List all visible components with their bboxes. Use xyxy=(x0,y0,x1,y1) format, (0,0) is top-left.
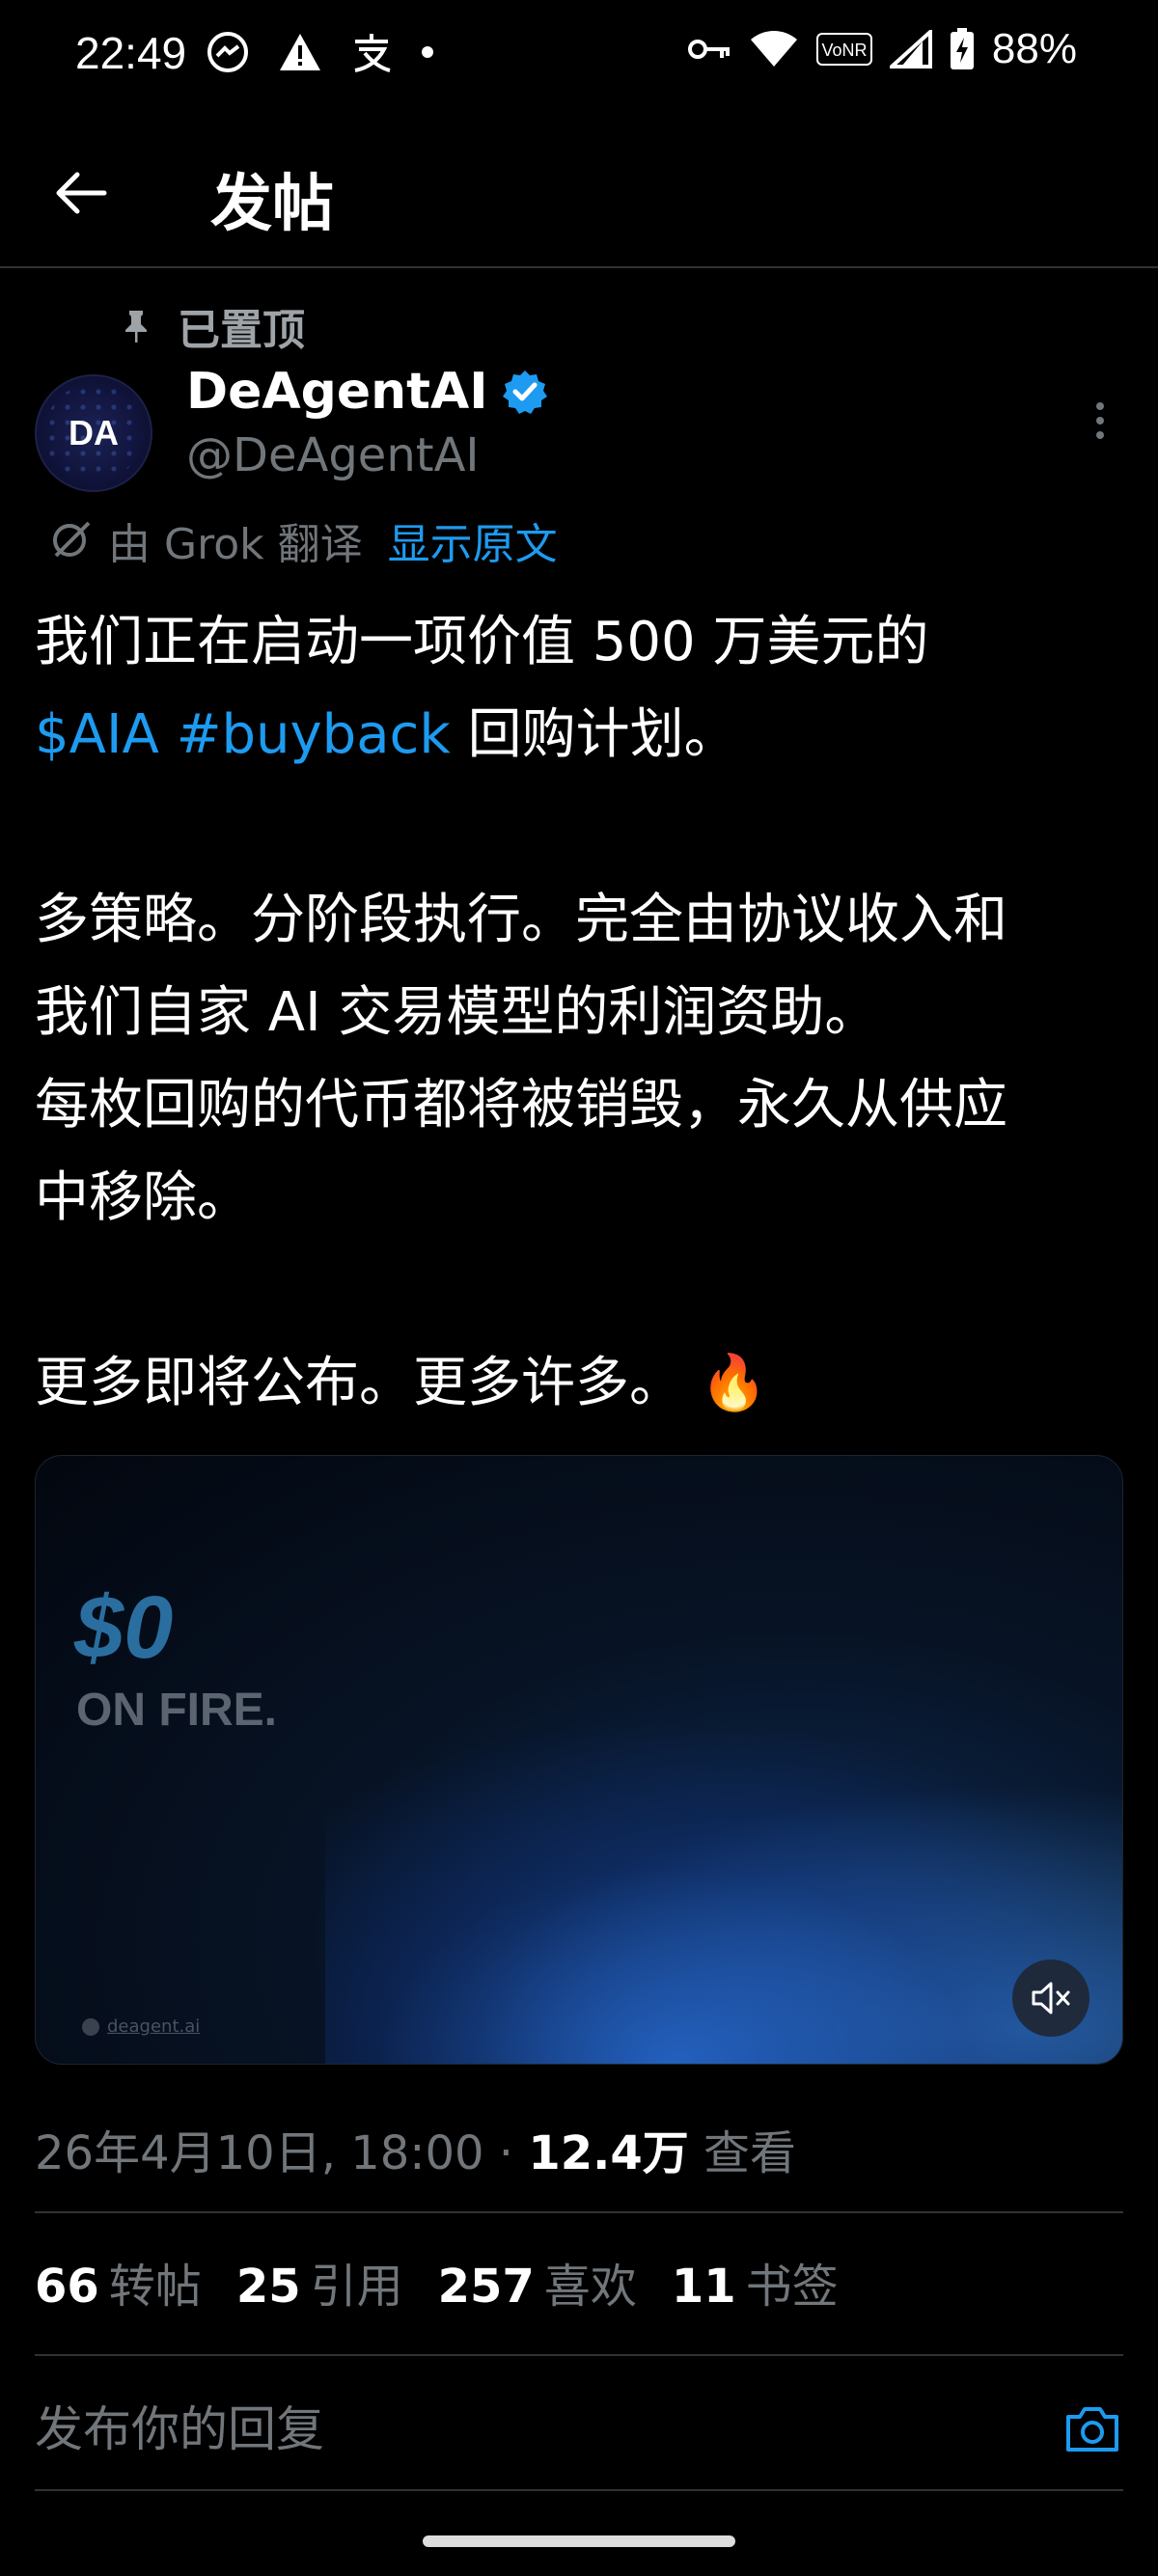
tweet-meta: 26年4月10日, 18:00 · 12.4万 查看 xyxy=(35,2115,796,2182)
tweet-text-segment: 回购计划。 xyxy=(450,703,738,766)
pin-icon xyxy=(125,311,147,343)
stat-quotes[interactable]: 25 引用 xyxy=(236,2248,403,2316)
battery-percentage: 88% xyxy=(991,25,1077,72)
mute-toggle-button[interactable] xyxy=(1012,1959,1089,2037)
camera-icon xyxy=(1066,2407,1118,2452)
tweet-line: 中移除。 xyxy=(35,1166,251,1229)
dot-icon xyxy=(422,46,433,58)
more-dot-icon xyxy=(1096,431,1104,439)
divider xyxy=(35,2211,1123,2213)
watermark-text: deagent.ai xyxy=(107,2016,201,2037)
vpn-key-icon xyxy=(687,40,730,59)
tweet-text-segment: 更多即将公布。更多许多。 xyxy=(35,1352,683,1414)
view-label: 查看 xyxy=(688,2126,797,2180)
paragraph-break xyxy=(35,1245,1129,1337)
stat-label: 引用 xyxy=(310,2260,403,2314)
page-title: 发帖 xyxy=(210,169,334,240)
messenger-icon xyxy=(207,32,248,72)
show-original-link[interactable]: 显示原文 xyxy=(388,509,558,571)
status-time: 22:49 xyxy=(75,28,187,78)
stat-label: 书签 xyxy=(745,2260,839,2314)
stat-count: 11 xyxy=(671,2260,736,2314)
vonr-icon: VoNR xyxy=(815,33,872,66)
status-system-icons: VoNR 88% xyxy=(687,25,1077,73)
top-app-bar: 发帖 xyxy=(0,135,1158,268)
tweet-datetime: 26年4月10日, 18:00 · xyxy=(35,2126,529,2180)
watermark-logo-icon xyxy=(82,2017,99,2036)
paragraph-break xyxy=(35,781,1129,874)
warning-icon xyxy=(280,34,320,70)
video-flames-background xyxy=(325,1716,1122,2064)
stat-count: 66 xyxy=(35,2260,99,2314)
stat-label: 转帖 xyxy=(108,2260,202,2314)
grok-icon xyxy=(53,521,91,558)
tweet-text: 我们正在启动一项价值 500 万美元的 $AIA #buyback 回购计划。 … xyxy=(35,596,1129,1430)
stat-bookmarks[interactable]: 11 书签 xyxy=(672,2248,839,2316)
stat-count: 257 xyxy=(437,2260,535,2314)
tweet-line: 我们正在启动一项价值 500 万美元的 xyxy=(35,611,929,673)
author-name[interactable]: DeAgentAI xyxy=(186,363,548,421)
video-title-text: $0 xyxy=(74,1578,174,1677)
status-notification-icons xyxy=(205,29,434,75)
signal-icon xyxy=(889,30,932,69)
battery-charging-icon xyxy=(950,28,974,69)
author-handle[interactable]: @DeAgentAI xyxy=(186,428,480,482)
avatar[interactable]: DA xyxy=(35,374,152,492)
back-button[interactable] xyxy=(50,162,112,224)
status-bar: 22:49 VoNR 88% xyxy=(0,0,1158,106)
reply-input[interactable]: 发布你的回复 xyxy=(35,2391,324,2460)
pinned-indicator: 已置顶 xyxy=(124,295,305,357)
tweet-line: 我们自家 AI 交易模型的利润资助。 xyxy=(35,981,879,1044)
tweet-line: 多策略。分阶段执行。完全由协议收入和 xyxy=(35,889,1007,951)
translation-bar: 由 Grok 翻译 显示原文 xyxy=(48,509,558,571)
home-indicator[interactable] xyxy=(423,2535,735,2547)
more-options-button[interactable] xyxy=(1081,401,1119,440)
video-subtitle-text: ON FIRE. xyxy=(76,1685,278,1736)
divider xyxy=(35,2354,1123,2356)
svg-text:VoNR: VoNR xyxy=(821,41,867,60)
stat-label: 喜欢 xyxy=(543,2260,637,2314)
alipay-icon xyxy=(354,34,391,72)
wifi-icon xyxy=(750,31,797,67)
stat-likes[interactable]: 257 喜欢 xyxy=(438,2248,637,2316)
view-count: 12.4万 xyxy=(528,2126,689,2180)
more-dot-icon xyxy=(1096,402,1104,410)
translated-by-label: 由 Grok 翻译 xyxy=(108,520,363,569)
arrow-left-icon xyxy=(56,172,107,214)
author-name-text: DeAgentAI xyxy=(186,363,488,421)
pinned-label: 已置顶 xyxy=(178,306,305,355)
divider xyxy=(35,2489,1123,2491)
stat-reposts[interactable]: 66 转帖 xyxy=(35,2248,202,2316)
volume-muted-icon xyxy=(1032,1982,1070,2014)
video-watermark: deagent.ai xyxy=(82,2016,200,2037)
tweet-line: 更多即将公布。更多许多。 🔥 xyxy=(35,1337,1129,1430)
tweet-line: $AIA #buyback 回购计划。 xyxy=(35,689,1129,781)
hashtag-link[interactable]: #buyback xyxy=(177,703,451,766)
fire-emoji: 🔥 xyxy=(700,1352,768,1414)
engagement-stats: 66 转帖 25 引用 257 喜欢 11 书签 xyxy=(35,2248,839,2316)
avatar-logo-text: DA xyxy=(69,413,119,452)
more-dot-icon xyxy=(1096,417,1104,425)
camera-button[interactable] xyxy=(1062,2398,1123,2460)
video-player[interactable]: $0 ON FIRE. deagent.ai xyxy=(35,1455,1123,2065)
stat-count: 25 xyxy=(235,2260,301,2314)
verified-badge-icon xyxy=(502,370,547,414)
tweet-line: 每枚回购的代币都将被销毁，永久从供应 xyxy=(35,1074,1007,1137)
cashtag-link[interactable]: $AIA xyxy=(35,703,159,766)
